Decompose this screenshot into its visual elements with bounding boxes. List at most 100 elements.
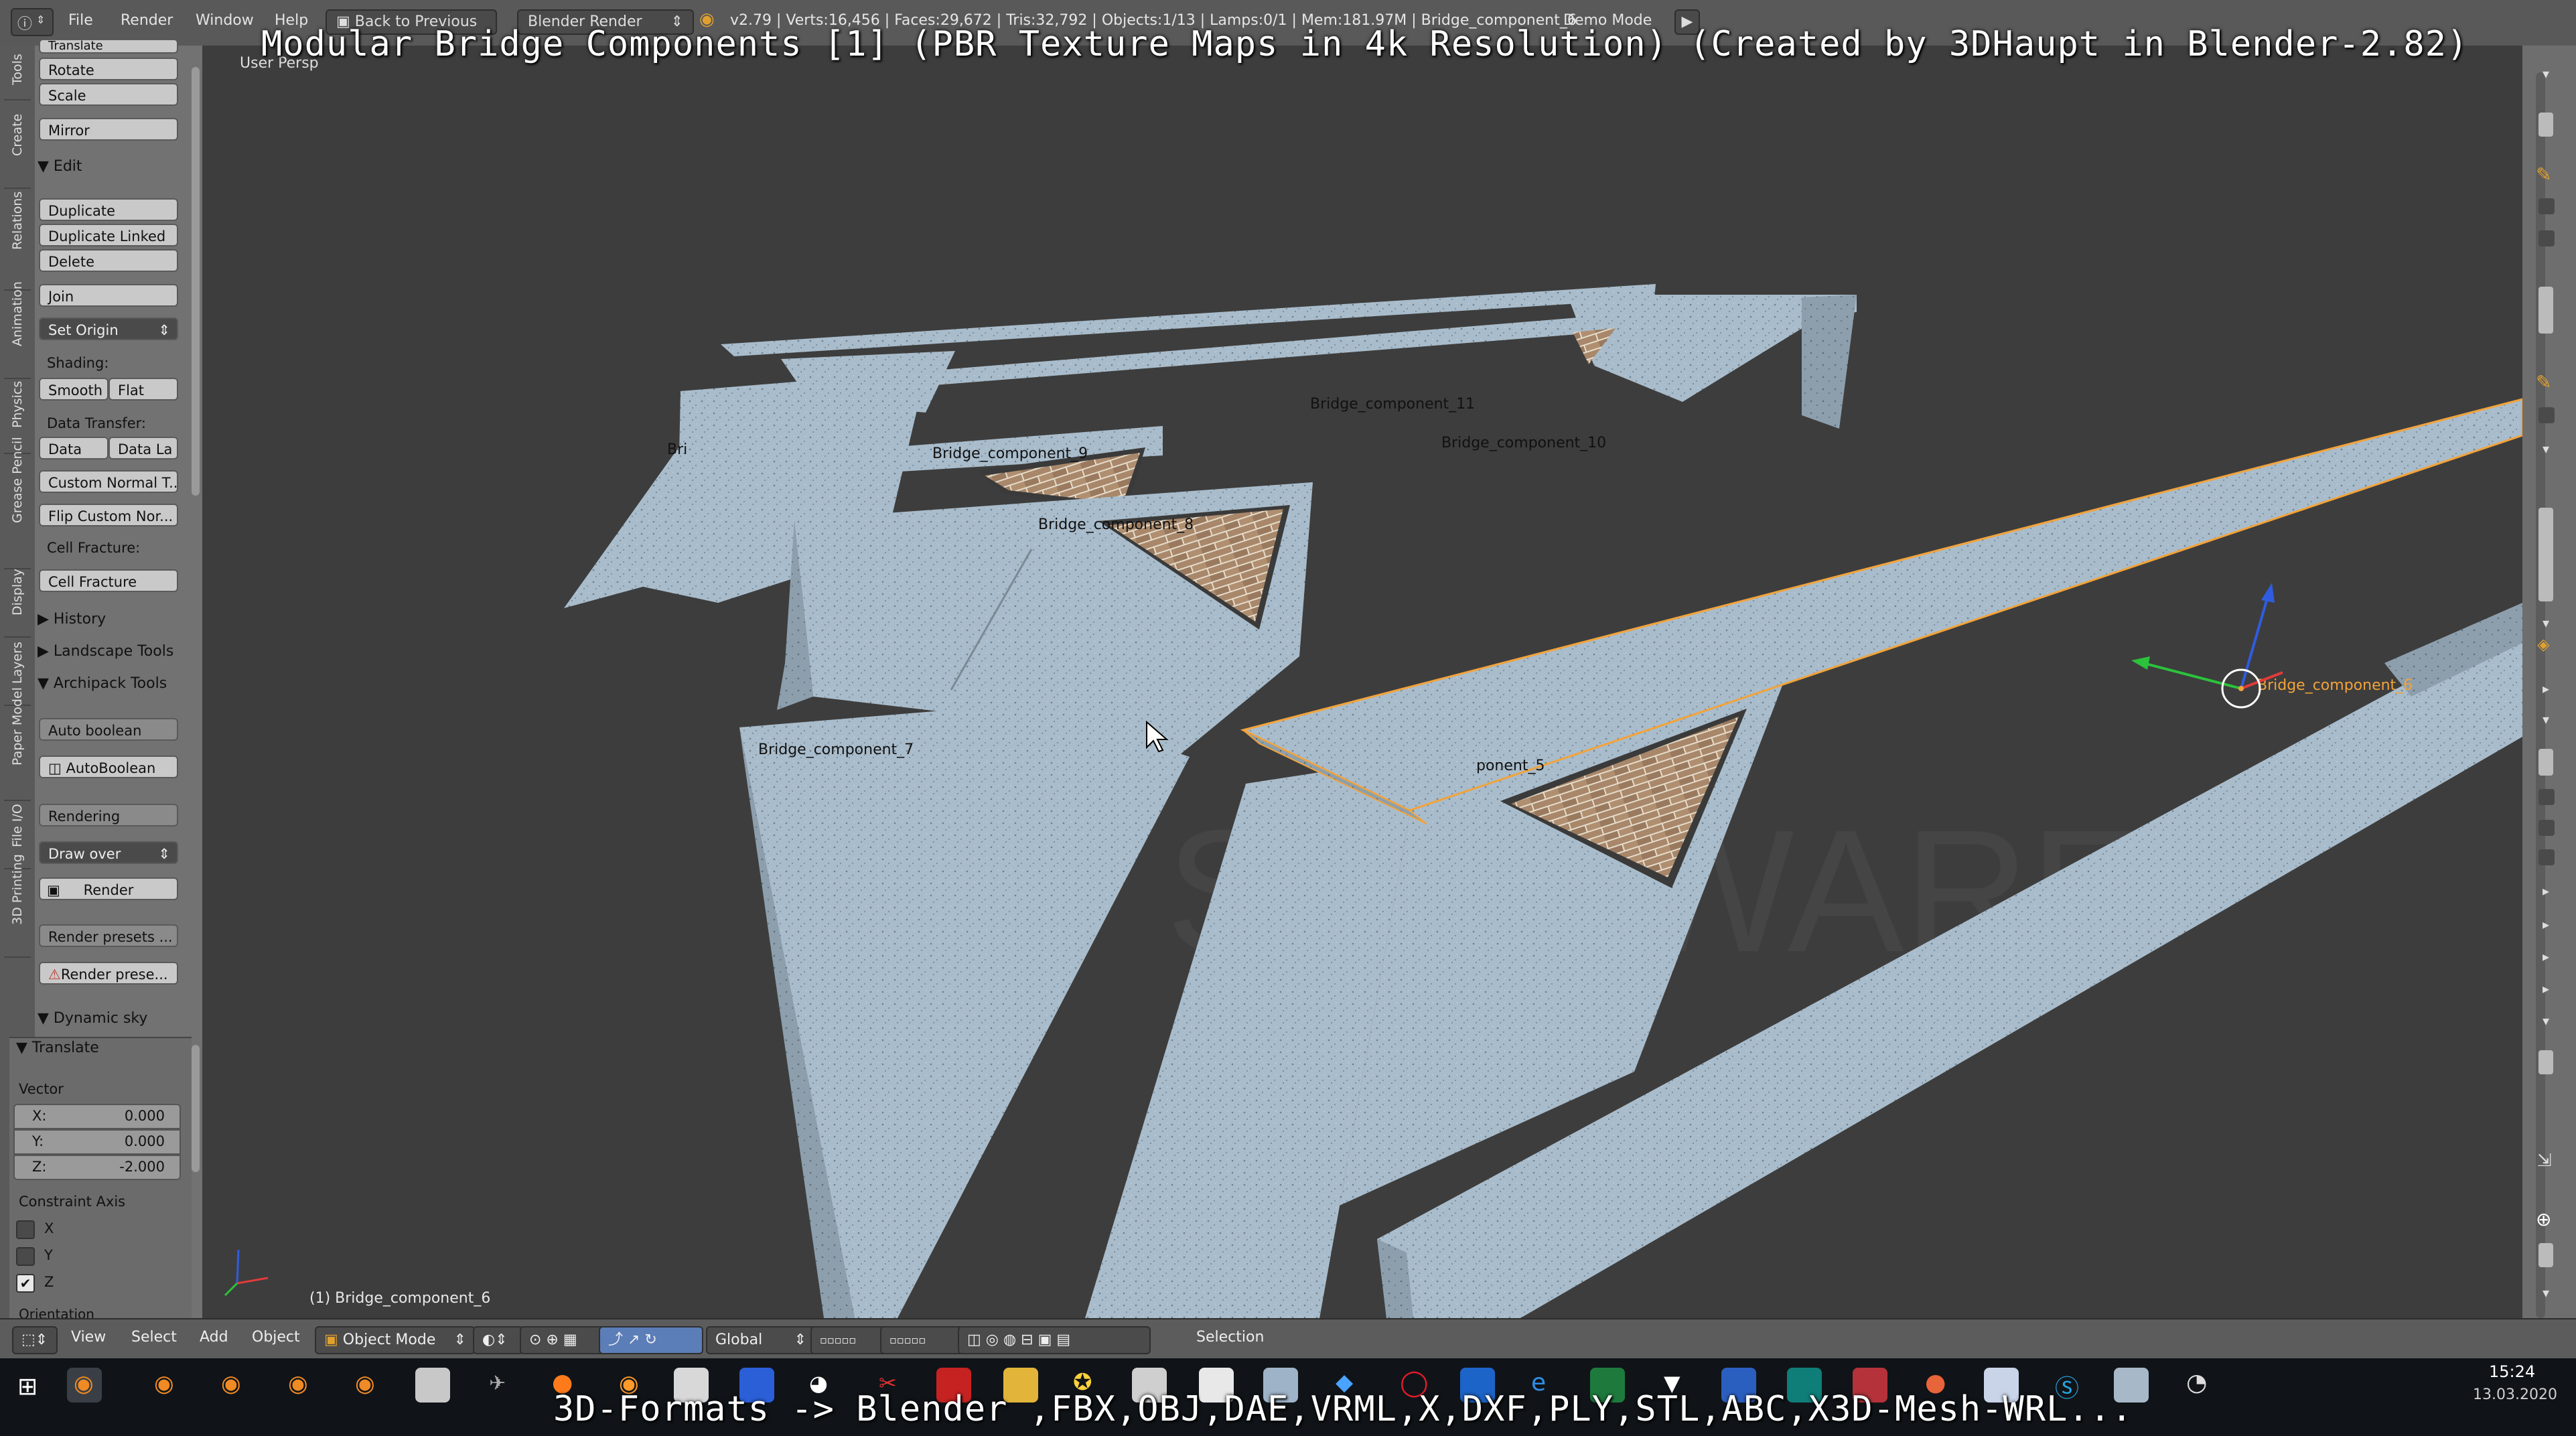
chevron-down-icon[interactable]: ▾ [2543,441,2549,457]
archipack-tools-header[interactable]: ▼ Archipack Tools [38,675,167,692]
flip-custom-normals-button[interactable]: Flip Custom Nor... [39,504,178,526]
restrict-toggle-icon[interactable] [2538,820,2555,836]
chevron-down-icon[interactable]: ▾ [2543,615,2549,631]
tab-relations[interactable]: Relations [4,189,31,291]
tab-3d-printing[interactable]: 3D Printing [4,854,31,958]
mirror-button[interactable]: Mirror [39,118,178,141]
data-layout-button[interactable]: Data La [109,437,178,459]
translate-button[interactable]: Translate [39,39,178,54]
restrict-toggle-icon[interactable] [2538,198,2555,214]
chevron-right-icon[interactable]: ▸ [2543,981,2549,997]
tab-grease-pencil[interactable]: Grease Pencil [4,437,31,569]
snapping-tools[interactable]: ◫ ◎ ◍ ⊟ ▣ ▤ [958,1326,1151,1354]
slider-handle-icon[interactable] [2538,1243,2553,1267]
flat-button[interactable]: Flat [109,378,178,401]
mode-select[interactable]: ▣ Object Mode ⇕ [315,1326,476,1354]
duplicate-button[interactable]: Duplicate [39,198,178,221]
slider-handle-icon[interactable] [2538,508,2553,601]
editor-type-menu[interactable]: ⬚⇕ [12,1326,58,1354]
manipulator-toggles[interactable]: ⤴ ↗ ↻ [599,1326,703,1354]
vector-x-field[interactable]: X: 0.000 [13,1104,181,1129]
scene-canvas[interactable]: SOFTWARE [202,46,2522,1318]
tab-create[interactable]: Create [4,100,31,189]
scale-button[interactable]: Scale [39,83,178,106]
object-tool-icon[interactable]: ✎ [2536,371,2551,393]
draw-over-select[interactable]: Draw over ⇕ [39,841,178,864]
blender-taskbar-icon[interactable]: ◉ [281,1368,316,1403]
layer-grid-1[interactable]: ▫▫▫▫▫ [810,1326,889,1354]
tool-panel-scrollbar[interactable] [192,67,200,496]
render-button[interactable]: ▣ Render [39,877,178,900]
translate-operator-header[interactable]: ▼ Translate [16,1039,99,1056]
z-axis-arrow-icon[interactable] [2261,583,2275,603]
operator-panel-scrollbar[interactable] [192,1045,200,1172]
restrict-toggle-icon[interactable] [2538,789,2555,805]
editor-type-menu[interactable]: ⓘ ⇕ [11,8,54,36]
blender-taskbar-icon[interactable]: ◉ [67,1368,102,1403]
blender-taskbar-icon[interactable]: ◉ [147,1368,182,1403]
chevron-down-icon[interactable]: ▾ [2543,66,2549,82]
slider-handle-icon[interactable] [2538,749,2553,776]
app-taskbar-icon[interactable]: ✈ [482,1368,517,1403]
chevron-down-icon[interactable]: ▾ [2543,711,2549,727]
tab-tools[interactable]: Tools [4,46,31,100]
data-button[interactable]: Data [39,437,109,459]
dynamic-sky-header[interactable]: ▼ Dynamic sky [38,1010,147,1027]
constraint-z-checkbox[interactable]: ✔ [16,1274,35,1293]
custom-normal-button[interactable]: Custom Normal T... [39,470,178,493]
set-origin-menu[interactable]: Set Origin ⇕ [39,317,178,340]
constraint-x-checkbox[interactable] [16,1220,35,1239]
menu-add[interactable]: Add [200,1329,228,1346]
blender-taskbar-icon[interactable]: ◉ [348,1368,383,1403]
tab-animation[interactable]: Animation [4,281,31,379]
menu-view[interactable]: View [71,1329,106,1346]
render-presets-button[interactable]: ⚠Render prese... [39,962,178,985]
constraint-y-checkbox[interactable] [16,1247,35,1266]
restrict-toggle-icon[interactable] [2538,849,2555,865]
windows-start-icon[interactable]: ⊞ [17,1373,38,1401]
app-taskbar-icon[interactable] [415,1368,450,1403]
chevron-right-icon[interactable]: ▸ [2543,916,2549,932]
menu-object[interactable]: Object [252,1329,300,1346]
slider-handle-icon[interactable] [2538,287,2553,334]
history-panel-header[interactable]: ▶ History [38,611,106,628]
taskbar-clock-date[interactable]: 13.03.2020 [2473,1386,2557,1403]
tab-paper-model[interactable]: Paper Model [4,687,31,801]
duplicate-linked-button[interactable]: Duplicate Linked [39,224,178,246]
join-button[interactable]: Join [39,284,178,307]
restrict-toggle-icon[interactable] [2538,230,2555,246]
slider-handle-icon[interactable] [2538,113,2553,137]
chevron-down-icon[interactable]: ▾ [2543,1285,2549,1301]
tab-display[interactable]: Display [4,569,31,638]
add-plus-icon[interactable]: ⊕ [2536,1208,2551,1230]
chevron-down-icon[interactable]: ▾ [2543,1013,2549,1029]
landscape-tools-header[interactable]: ▶ Landscape Tools [38,643,173,660]
resize-corner-icon[interactable]: ⇲ [2537,1151,2552,1171]
slider-handle-icon[interactable] [2538,1050,2553,1074]
vector-y-field[interactable]: Y: 0.000 [13,1129,181,1155]
blender-taskbar-icon[interactable]: ◉ [214,1368,249,1403]
vector-z-field[interactable]: Z: -2.000 [13,1155,181,1180]
menu-window[interactable]: Window [196,12,254,29]
edit-panel-header[interactable]: ▼ Edit [38,158,82,175]
3d-viewport[interactable]: SOFTWARE [202,46,2522,1318]
rotate-button[interactable]: Rotate [39,58,178,80]
app-taskbar-icon[interactable]: ◔ [2181,1368,2216,1403]
viewport-shading-select[interactable]: ◐⇕ [473,1326,524,1354]
menu-select[interactable]: Select [131,1329,177,1346]
autoboolean-button[interactable]: ◫ AutoBoolean [39,756,178,778]
layer-grid-2[interactable]: ▫▫▫▫▫ [880,1326,963,1354]
y-axis-arrow-icon[interactable] [2131,656,2150,670]
menu-file[interactable]: File [68,12,93,29]
cell-fracture-button[interactable]: Cell Fracture [39,569,178,592]
chevron-right-icon[interactable]: ▸ [2543,680,2549,697]
restrict-toggle-icon[interactable] [2538,407,2555,423]
transform-gizmo[interactable] [2131,583,2283,709]
chevron-right-icon[interactable]: ▸ [2543,883,2549,899]
menu-render[interactable]: Render [121,12,173,29]
chevron-right-icon[interactable]: ▸ [2543,948,2549,964]
scene-tool-icon[interactable]: ✎ [2536,163,2551,186]
taskbar-clock-time[interactable]: 15:24 [2489,1362,2535,1381]
material-icon[interactable]: ◈ [2537,635,2549,654]
smooth-button[interactable]: Smooth [39,378,109,401]
